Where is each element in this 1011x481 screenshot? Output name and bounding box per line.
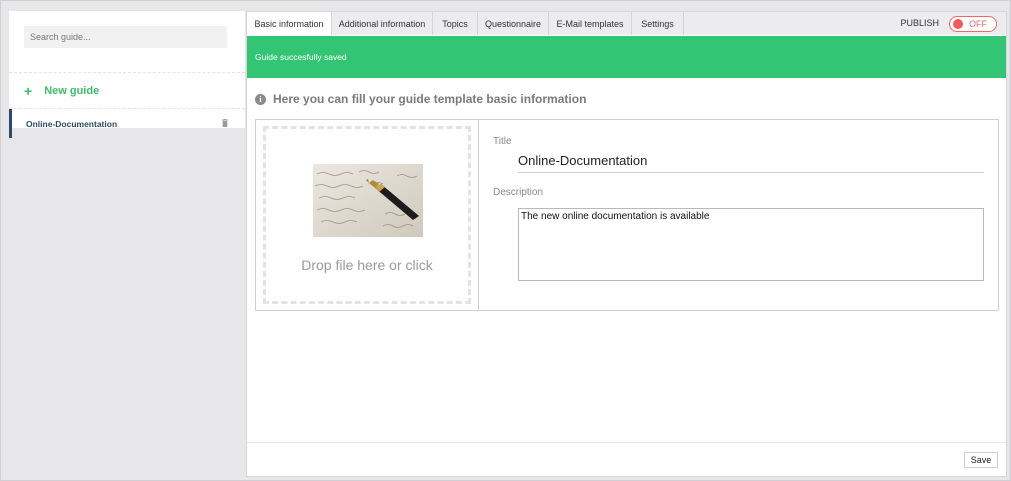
tab-label: Questionnaire	[484, 18, 542, 29]
sidebar-item-label: Online-Documentation	[26, 118, 118, 129]
footer-divider	[247, 442, 1006, 443]
save-label: Save	[970, 455, 992, 465]
plus-icon: +	[24, 83, 33, 99]
tab-label: Additional information	[338, 18, 426, 29]
tab-label: E-Mail templates	[556, 18, 624, 29]
new-guide-button[interactable]: + New guide	[24, 81, 99, 101]
search-field-wrapper	[24, 26, 227, 48]
title-label: Title	[493, 136, 512, 147]
tab-label: Topics	[442, 18, 468, 29]
search-input[interactable]	[24, 26, 227, 48]
main-panel: Basic information Additional information…	[246, 11, 1007, 477]
description-textarea[interactable]: The new online documentation is availabl…	[518, 208, 984, 281]
publish-label: PUBLISH	[900, 18, 939, 28]
banner-message: Guide succesfully saved	[255, 52, 347, 62]
publish-toggle[interactable]: OFF	[949, 16, 997, 32]
sidebar: + New guide Online-Documentation	[9, 11, 245, 138]
tab-questionnaire[interactable]: Questionnaire	[478, 12, 549, 35]
section-heading: i Here you can fill your guide template …	[255, 92, 586, 106]
file-dropzone[interactable]: Drop file here or click	[263, 126, 471, 304]
tab-additional-information[interactable]: Additional information	[332, 12, 433, 35]
tab-email-templates[interactable]: E-Mail templates	[549, 12, 632, 35]
tab-settings[interactable]: Settings	[632, 12, 684, 35]
sidebar-divider	[9, 72, 245, 73]
heading-text: Here you can fill your guide template ba…	[273, 92, 587, 106]
save-button[interactable]: Save	[964, 452, 998, 468]
tab-label: Settings	[641, 18, 674, 29]
app-frame: + New guide Online-Documentation Basic i…	[0, 0, 1011, 481]
tab-basic-information[interactable]: Basic information	[247, 12, 332, 35]
new-guide-label: New guide	[44, 85, 100, 97]
tab-label: Basic information	[254, 18, 324, 29]
dropzone-text: Drop file here or click	[301, 257, 433, 273]
success-banner: Guide succesfully saved	[247, 36, 1006, 78]
tab-topics[interactable]: Topics	[433, 12, 478, 35]
toggle-state: OFF	[969, 19, 987, 29]
sidebar-item-online-documentation[interactable]: Online-Documentation	[9, 109, 245, 138]
info-icon: i	[255, 93, 266, 105]
title-input[interactable]: Online-Documentation	[518, 151, 984, 173]
form-divider	[478, 120, 479, 310]
guide-form: Drop file here or click Title Online-Doc…	[255, 119, 999, 311]
toggle-knob	[953, 19, 963, 29]
tab-bar: Basic information Additional information…	[247, 12, 1006, 35]
trash-icon[interactable]	[222, 119, 228, 127]
fountain-pen-image	[313, 164, 423, 237]
description-label: Description	[493, 187, 544, 198]
